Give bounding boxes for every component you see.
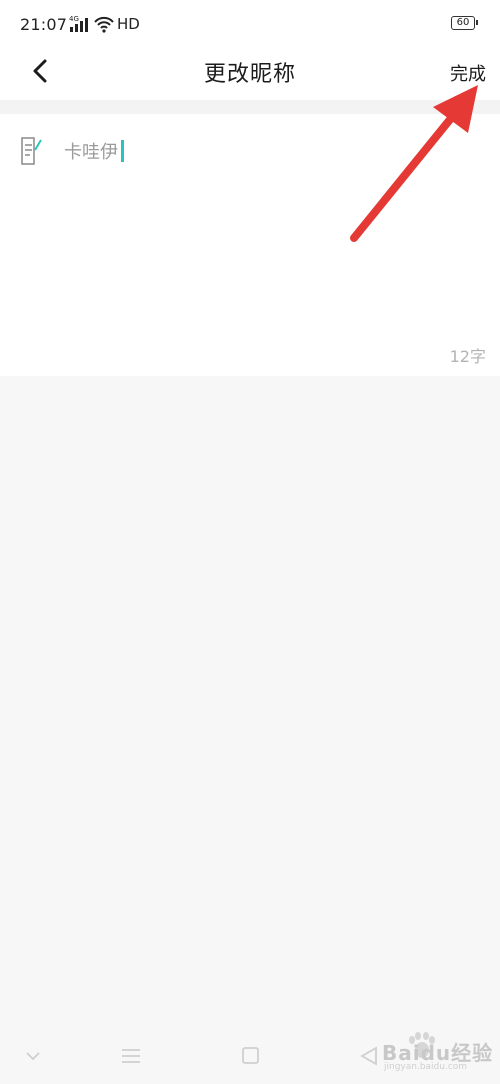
- done-button[interactable]: 完成: [450, 60, 486, 86]
- page-title: 更改昵称: [203, 62, 296, 87]
- section-divider: [0, 100, 500, 114]
- menu-icon[interactable]: [116, 1042, 146, 1070]
- edit-note-icon: [21, 137, 42, 165]
- battery-icon: 60: [451, 16, 478, 30]
- battery-level: 60: [456, 17, 470, 28]
- nickname-card: 12字: [0, 114, 500, 376]
- status-bar: 21:07 4G HD 60: [0, 0, 500, 48]
- hd-indicator: HD: [117, 15, 140, 33]
- status-time: 21:07: [20, 15, 68, 34]
- network-type: 4G: [69, 15, 79, 23]
- watermark-url: jingyan.baidu.com: [384, 1062, 468, 1072]
- char-count: 12字: [449, 347, 486, 366]
- chevron-down-icon[interactable]: [18, 1042, 48, 1070]
- text-caret: [121, 140, 124, 162]
- nav-bar: 更改昵称 完成: [0, 48, 500, 100]
- signal-wifi-icon: 4G: [69, 15, 114, 33]
- square-icon[interactable]: [235, 1042, 265, 1070]
